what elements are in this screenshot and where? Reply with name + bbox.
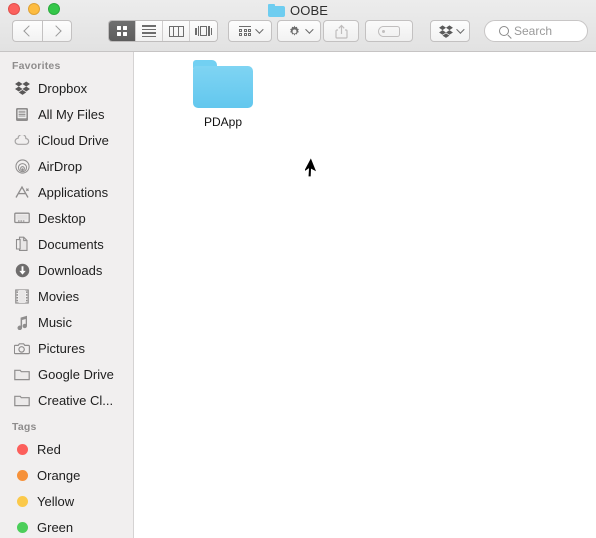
minimize-button[interactable] bbox=[28, 3, 40, 15]
toolbar: OOBE Search bbox=[0, 0, 596, 52]
sidebar-item-label: Creative Cl... bbox=[38, 392, 114, 408]
sidebar-tag-red[interactable]: Red bbox=[0, 436, 133, 462]
columns-icon bbox=[168, 25, 184, 37]
view-mode-group bbox=[108, 20, 218, 42]
share-icon bbox=[334, 24, 348, 39]
icon-view-button[interactable] bbox=[109, 21, 136, 41]
dropbox-icon bbox=[14, 80, 30, 96]
traffic-lights bbox=[8, 3, 60, 15]
file-item-label: PDApp bbox=[203, 115, 243, 129]
sidebar-item-airdrop[interactable]: AirDrop bbox=[0, 153, 133, 179]
sidebar-item-pictures[interactable]: Pictures bbox=[0, 335, 133, 361]
tag-dot-icon bbox=[17, 443, 28, 455]
sidebar-item-applications[interactable]: Applications bbox=[0, 179, 133, 205]
sidebar-item-movies[interactable]: Movies bbox=[0, 283, 133, 309]
sidebar-item-creative-cloud[interactable]: Creative Cl... bbox=[0, 387, 133, 413]
forward-button[interactable] bbox=[42, 20, 72, 42]
sidebar-item-label: Orange bbox=[37, 467, 81, 483]
coverflow-icon bbox=[195, 26, 212, 36]
mouse-cursor bbox=[305, 158, 319, 178]
sidebar-tag-green[interactable]: Green bbox=[0, 514, 133, 538]
sidebar-item-label: Documents bbox=[38, 236, 104, 252]
movies-icon bbox=[14, 288, 30, 304]
arrange-button[interactable] bbox=[228, 20, 272, 42]
search-placeholder: Search bbox=[514, 24, 553, 38]
sidebar-tag-yellow[interactable]: Yellow bbox=[0, 488, 133, 514]
tag-dot-icon bbox=[17, 469, 28, 481]
dropbox-icon bbox=[438, 24, 453, 38]
grid-icon bbox=[117, 26, 127, 36]
sidebar-item-label: Music bbox=[38, 314, 72, 330]
file-list-area[interactable]: PDApp bbox=[135, 52, 596, 538]
share-button[interactable] bbox=[323, 20, 359, 42]
chevron-down-icon bbox=[304, 25, 314, 34]
back-button[interactable] bbox=[12, 20, 42, 42]
arrange-icon bbox=[239, 25, 251, 37]
sidebar-item-all-my-files[interactable]: All My Files bbox=[0, 101, 133, 127]
column-view-button[interactable] bbox=[163, 21, 190, 41]
sidebar-item-label: Red bbox=[37, 441, 61, 457]
file-item-pdapp[interactable]: PDApp bbox=[175, 60, 271, 129]
sidebar-item-label: Google Drive bbox=[38, 366, 114, 382]
all-my-files-icon bbox=[14, 106, 30, 122]
sidebar-item-label: Green bbox=[37, 519, 74, 535]
tag-icon bbox=[378, 25, 400, 37]
folder-icon bbox=[14, 392, 30, 408]
sidebar-item-icloud-drive[interactable]: iCloud Drive bbox=[0, 127, 133, 153]
list-view-button[interactable] bbox=[136, 21, 163, 41]
chevron-down-icon bbox=[255, 25, 264, 34]
maximize-button[interactable] bbox=[48, 3, 60, 15]
sidebar-item-label: Desktop bbox=[38, 210, 86, 226]
gear-icon bbox=[289, 25, 299, 36]
sidebar-item-label: Downloads bbox=[38, 262, 103, 278]
music-icon bbox=[14, 314, 30, 330]
sidebar-item-desktop[interactable]: Desktop bbox=[0, 205, 133, 231]
edit-tags-button[interactable] bbox=[365, 20, 413, 42]
sidebar-item-label: Applications bbox=[38, 184, 109, 200]
sidebar-item-label: Dropbox bbox=[38, 80, 88, 96]
sidebar-item-documents[interactable]: Documents bbox=[0, 231, 133, 257]
sidebar-item-label: Movies bbox=[38, 288, 80, 304]
coverflow-view-button[interactable] bbox=[190, 21, 217, 41]
folder-icon bbox=[193, 60, 253, 108]
sidebar-item-downloads[interactable]: Downloads bbox=[0, 257, 133, 283]
sidebar-section-tags-header: Tags bbox=[12, 421, 37, 433]
downloads-icon bbox=[14, 262, 30, 278]
documents-icon bbox=[14, 236, 30, 252]
sidebar-tag-orange[interactable]: Orange bbox=[0, 462, 133, 488]
sidebar-item-label: Yellow bbox=[37, 493, 75, 509]
sidebar-item-label: Pictures bbox=[38, 340, 85, 356]
chevron-left-icon bbox=[22, 25, 35, 37]
window-title-bar: OOBE bbox=[0, 1, 596, 19]
airdrop-icon bbox=[14, 158, 30, 174]
chevron-down-icon bbox=[455, 25, 465, 34]
sidebar-item-label: All My Files bbox=[38, 106, 105, 122]
dropbox-button[interactable] bbox=[430, 20, 470, 42]
icloud-icon bbox=[14, 132, 30, 148]
folder-icon bbox=[14, 366, 30, 382]
tag-dot-icon bbox=[17, 521, 28, 533]
title-folder-icon bbox=[268, 3, 286, 17]
sidebar-item-dropbox[interactable]: Dropbox bbox=[0, 75, 133, 101]
tag-dot-icon bbox=[17, 495, 28, 507]
chevron-right-icon bbox=[50, 25, 62, 37]
pictures-icon bbox=[14, 340, 30, 356]
navigation-buttons bbox=[12, 20, 72, 42]
search-icon bbox=[499, 26, 509, 36]
search-field[interactable]: Search bbox=[484, 20, 588, 42]
sidebar: Favorites Dropbox All My Files iCloud Dr… bbox=[0, 52, 134, 538]
desktop-icon bbox=[14, 210, 30, 226]
list-icon bbox=[142, 25, 156, 37]
finder-window: OOBE Search Favorites Dropbox All My Fil… bbox=[0, 0, 596, 538]
sidebar-item-label: AirDrop bbox=[38, 158, 83, 174]
window-title: OOBE bbox=[290, 2, 328, 18]
sidebar-item-label: iCloud Drive bbox=[38, 132, 109, 148]
sidebar-item-music[interactable]: Music bbox=[0, 309, 133, 335]
applications-icon bbox=[14, 184, 30, 200]
close-button[interactable] bbox=[8, 3, 20, 15]
sidebar-item-google-drive[interactable]: Google Drive bbox=[0, 361, 133, 387]
action-menu-button[interactable] bbox=[277, 20, 321, 42]
sidebar-section-favorites-header: Favorites bbox=[12, 60, 61, 72]
